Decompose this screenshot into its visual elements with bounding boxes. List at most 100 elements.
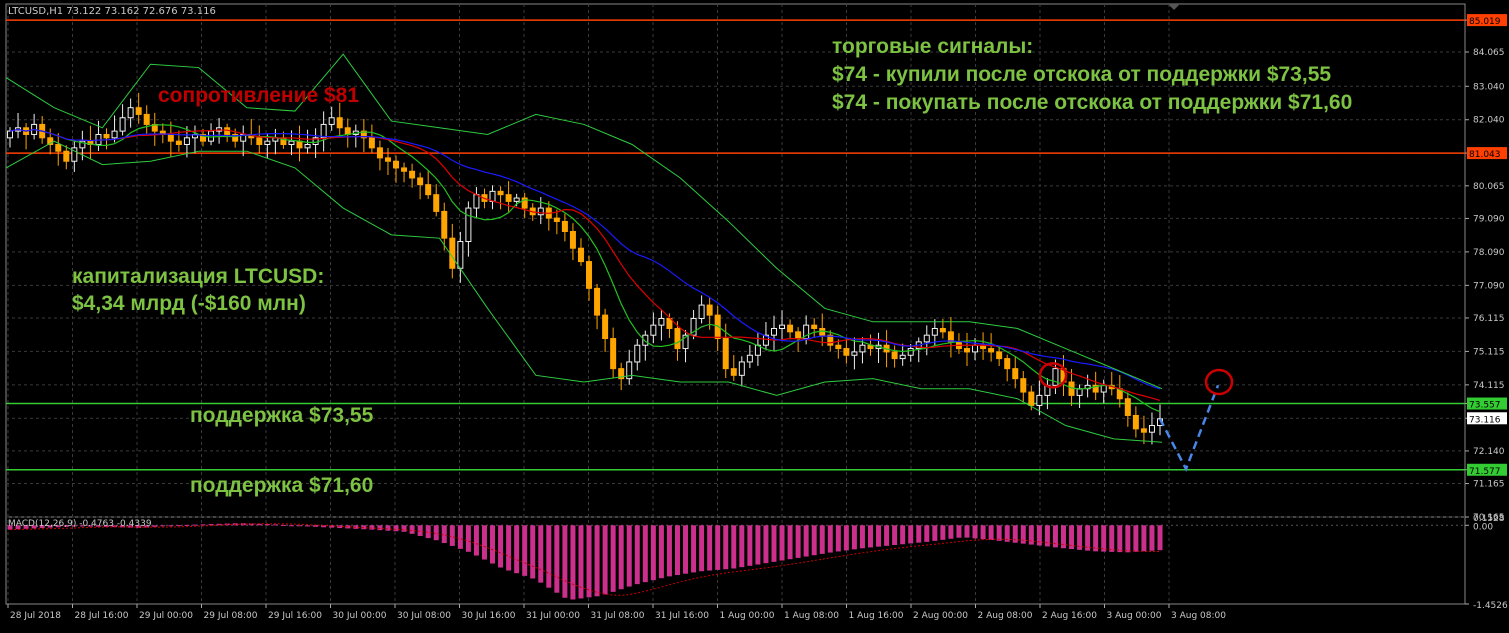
- candle-body: [103, 133, 110, 139]
- candle-body: [738, 361, 745, 376]
- resistance-annotation: сопротивление $81: [158, 84, 360, 107]
- macd-bar: [843, 525, 849, 551]
- price-label: 72.140: [1473, 447, 1505, 457]
- macd-bar: [932, 525, 938, 541]
- candle-body: [698, 304, 705, 319]
- time-label: 30 Jul 16:00: [462, 611, 516, 621]
- macd-bar: [715, 525, 721, 570]
- macd-bar: [908, 525, 914, 544]
- macd-bar: [835, 525, 841, 552]
- macd-bar: [570, 525, 576, 600]
- macd-bar: [650, 525, 656, 581]
- macd-bar: [176, 525, 182, 527]
- price-label: 83.040: [1473, 82, 1505, 92]
- candle-body: [505, 194, 512, 202]
- candle-body: [963, 348, 970, 353]
- candle-body: [706, 304, 713, 316]
- candle-body: [368, 137, 375, 149]
- macd-bar: [538, 525, 544, 583]
- candle-body: [1148, 425, 1155, 433]
- candle-body: [577, 247, 584, 263]
- candle-body: [296, 140, 303, 149]
- macd-bar: [530, 525, 536, 579]
- macd-bar: [184, 524, 190, 526]
- macd-bar: [626, 525, 632, 587]
- time-label: 31 Jul 16:00: [655, 611, 709, 621]
- macd-bar: [490, 525, 496, 564]
- candle-body: [569, 230, 576, 249]
- candle-body: [988, 348, 995, 353]
- macd-header: MACD(12,26,9) -0.4763 -0.4339: [8, 519, 152, 529]
- time-label: 1 Aug 00:00: [720, 611, 775, 621]
- macd-bar: [610, 525, 616, 592]
- macd-bar: [683, 525, 689, 574]
- candle-body: [288, 140, 295, 146]
- candle-body: [256, 137, 263, 146]
- macd-bar: [272, 524, 278, 526]
- candle-body: [811, 324, 818, 329]
- signal-2: $74 - покупать после отскока от поддержк…: [832, 91, 1353, 114]
- candle-body: [175, 140, 182, 146]
- candle-body: [722, 338, 729, 370]
- macd-bar: [787, 525, 793, 560]
- candle-body: [1100, 384, 1107, 393]
- candle-body: [425, 184, 432, 196]
- candle-body: [183, 137, 190, 146]
- candle-body: [610, 338, 617, 370]
- candle-body: [336, 117, 343, 129]
- candle-body: [119, 117, 126, 132]
- candle-body: [972, 344, 979, 353]
- signal-1: $74 - купили после отскока от поддержки …: [832, 63, 1332, 86]
- candle-body: [931, 327, 938, 336]
- candle-body: [264, 140, 271, 146]
- candle-body: [553, 217, 560, 222]
- macd-bar: [747, 525, 753, 566]
- candle-body: [441, 210, 448, 239]
- macd-bar: [1036, 525, 1042, 546]
- macd-bar: [666, 525, 672, 577]
- macd-bar: [1141, 525, 1147, 552]
- price-label: 79.090: [1473, 214, 1505, 224]
- time-label: 1 Aug 08:00: [784, 611, 839, 621]
- macd-bar: [562, 525, 568, 598]
- candle-body: [561, 220, 568, 232]
- candle-body: [409, 170, 416, 179]
- candle-body: [1028, 391, 1035, 406]
- macd-bar: [1101, 525, 1107, 552]
- macd-bar: [280, 524, 286, 526]
- macd-bar: [771, 525, 777, 562]
- macd-bar: [940, 525, 946, 540]
- macd-bar: [723, 525, 729, 570]
- candle-body: [1036, 394, 1043, 406]
- candle-body: [376, 147, 383, 159]
- candle-body: [939, 327, 946, 333]
- candle-body: [63, 150, 70, 162]
- macd-bar: [642, 525, 648, 583]
- macd-bar: [1020, 525, 1026, 544]
- macd-bar: [731, 525, 737, 569]
- candle-body: [1124, 398, 1131, 416]
- macd-bar: [393, 525, 399, 532]
- candle-body: [1132, 414, 1139, 430]
- price-label: 78.090: [1473, 248, 1505, 258]
- ma-blue-line: [9, 128, 1161, 390]
- macd-bar: [152, 525, 158, 527]
- macd-bar: [1125, 525, 1131, 553]
- time-label: 28 Jul 16:00: [75, 611, 129, 621]
- macd-bar: [988, 525, 994, 540]
- candle-body: [891, 351, 898, 360]
- price-label: 74.115: [1473, 381, 1505, 391]
- candle-body: [650, 324, 657, 336]
- capitalization-label: капитализация LTCUSD:: [72, 265, 325, 288]
- macd-bar: [546, 525, 552, 588]
- candle-body: [393, 160, 400, 169]
- macd-bar: [884, 525, 890, 546]
- macd-bar: [924, 525, 930, 542]
- candle-body: [1140, 428, 1147, 433]
- macd-bar: [658, 525, 664, 579]
- candle-body: [907, 348, 914, 356]
- signals-title: торговые сигналы:: [832, 35, 1034, 58]
- macd-bar: [1044, 525, 1050, 547]
- macd-bar: [297, 525, 303, 527]
- macd-bar: [1117, 525, 1123, 553]
